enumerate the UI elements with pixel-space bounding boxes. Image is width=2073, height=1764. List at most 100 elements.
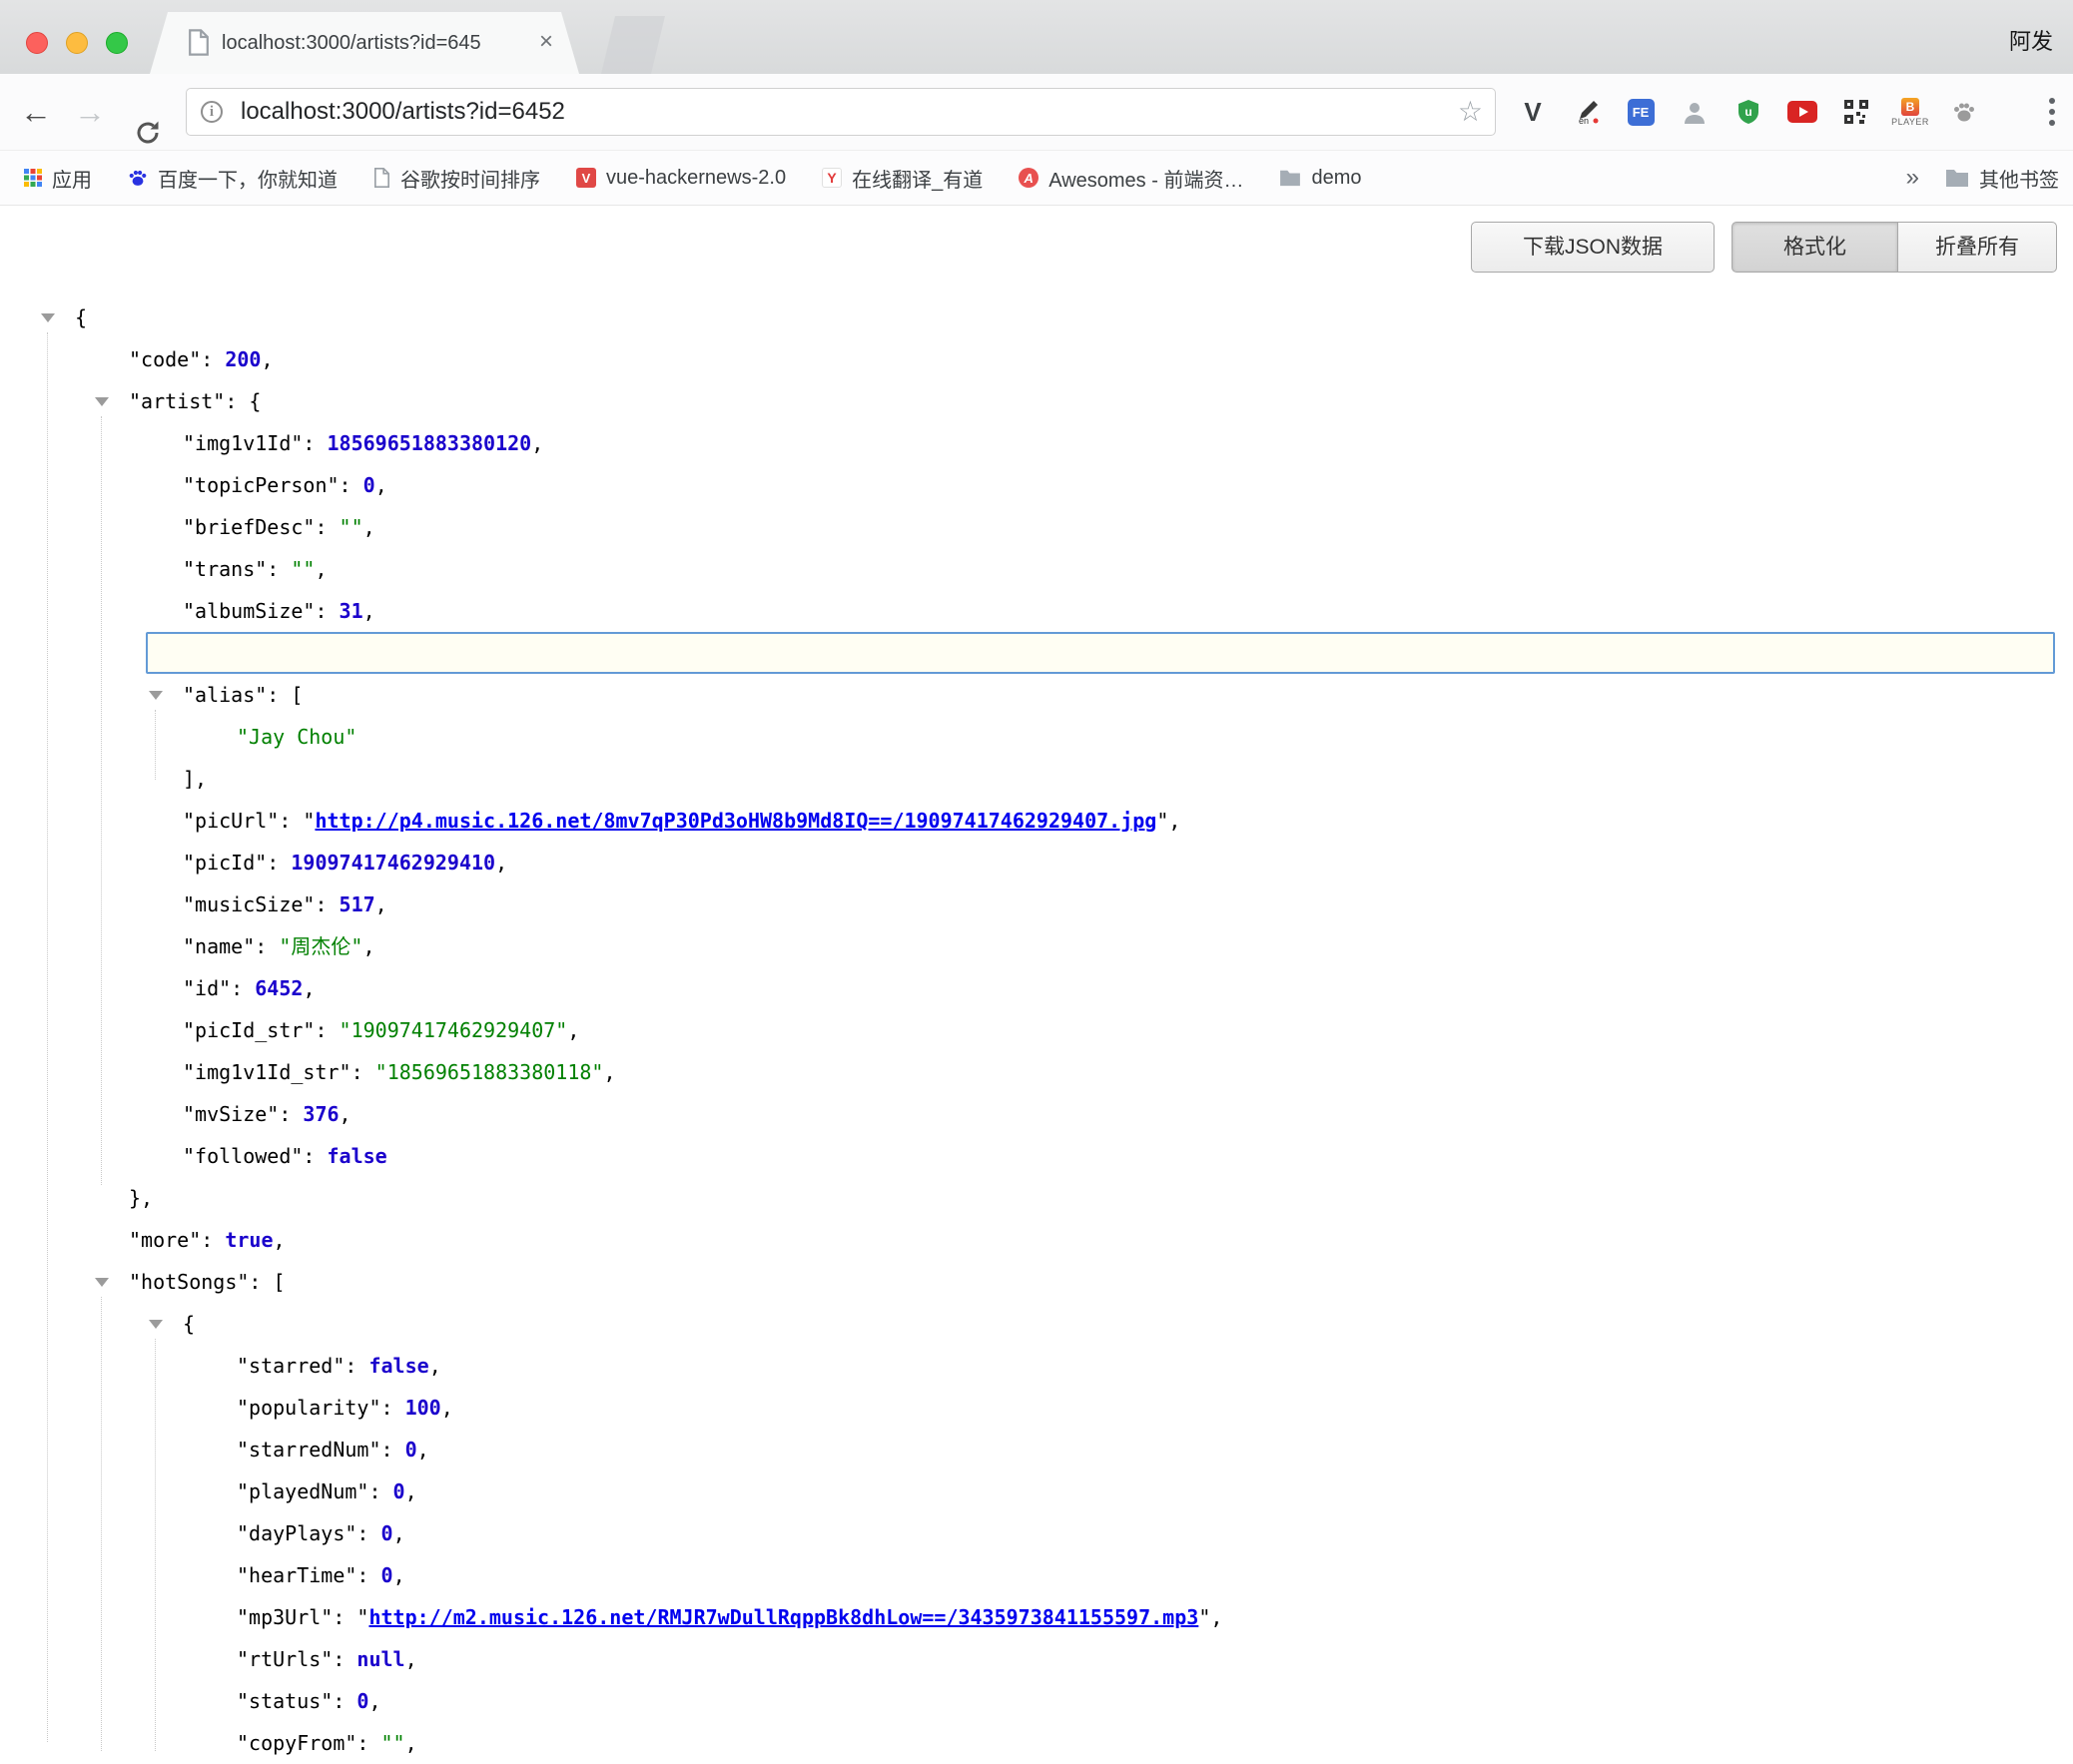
bookmark-item-label: demo [1311, 167, 1361, 190]
bookmarks-right: » 其他书签 [1906, 151, 2059, 205]
json-url-link[interactable]: http://m2.music.126.net/RMJR7wDullRqppBk… [368, 1605, 1198, 1629]
json-line: "code": 200, [0, 338, 2073, 380]
json-token: " [303, 809, 315, 833]
svg-text:u: u [1744, 105, 1751, 119]
json-token: , [274, 1228, 286, 1252]
json-token: null [356, 1647, 404, 1671]
json-line: "playedNum": 0, [0, 1470, 2073, 1512]
bookmark-item[interactable]: Vvue-hackernews-2.0 [576, 167, 786, 190]
youtube-extension-icon[interactable] [1787, 101, 1817, 123]
json-token: : [368, 1479, 392, 1503]
json-key: "img1v1Id_str" [183, 1060, 351, 1084]
bookmark-item[interactable]: demo [1279, 167, 1361, 190]
json-token: : [345, 1354, 368, 1378]
page-icon [373, 168, 390, 188]
json-line: "img1v1Url": "http://p4.music.126.net/Q_… [0, 632, 2073, 674]
json-key: "more" [129, 1228, 201, 1252]
json-token: 0 [405, 1438, 417, 1462]
json-key: "artist" [129, 389, 225, 413]
url-text[interactable]: localhost:3000/artists?id=6452 [241, 89, 565, 135]
json-token: : [351, 1060, 375, 1084]
json-token: : { [225, 389, 261, 413]
format-button[interactable]: 格式化 [1731, 222, 1898, 273]
json-token: 6452 [255, 976, 303, 1000]
json-token: 376 [303, 1102, 339, 1126]
json-token: false [328, 1144, 387, 1168]
json-key: "code" [129, 347, 201, 371]
vimium-extension-icon[interactable]: V [1518, 97, 1548, 128]
minimize-window-button[interactable] [66, 32, 88, 54]
json-token: : [356, 1731, 380, 1755]
json-line: "popularity": 100, [0, 1387, 2073, 1429]
bookmark-item[interactable]: 百度一下，你就知道 [128, 164, 338, 193]
json-key: "hotSongs" [129, 1270, 249, 1294]
bookmarks-bar: 应用 百度一下，你就知道 谷歌按时间排序 Vvue-hackernews-2.0 Y在线… [0, 151, 2073, 206]
json-token: : [333, 1605, 356, 1629]
json-key: "img1v1Id" [183, 431, 303, 455]
json-token: : [201, 347, 225, 371]
json-token: : [315, 599, 339, 623]
bookmark-item[interactable]: Y在线翻译_有道 [822, 164, 983, 193]
json-line: "starred": false, [0, 1345, 2073, 1387]
qrcode-extension-icon[interactable] [1841, 100, 1871, 124]
collapse-triangle-icon[interactable] [149, 691, 163, 700]
json-key: "rtUrls" [237, 1647, 333, 1671]
bookmark-star-icon[interactable]: ☆ [1458, 89, 1483, 135]
json-token: : [303, 431, 327, 455]
browser-menu-icon[interactable] [2049, 74, 2055, 150]
other-bookmarks-folder[interactable]: 其他书签 [1945, 164, 2059, 193]
collapse-triangle-icon[interactable] [41, 313, 55, 322]
json-key: "trans" [183, 557, 267, 581]
collapse-triangle-icon[interactable] [95, 397, 109, 406]
bookmark-item[interactable]: 谷歌按时间排序 [373, 164, 540, 193]
json-token: , [340, 1102, 351, 1126]
shield-extension-icon[interactable]: u [1733, 99, 1763, 125]
zoom-window-button[interactable] [106, 32, 128, 54]
json-token: true [225, 1228, 273, 1252]
bookmark-item[interactable]: 应用 [24, 164, 92, 193]
info-icon[interactable]: i [201, 101, 223, 123]
json-key: "starredNum" [237, 1438, 381, 1462]
address-bar[interactable]: i localhost:3000/artists?id=6452 ☆ [186, 88, 1496, 136]
json-token: " [1156, 809, 1168, 833]
json-line: "id": 6452, [0, 967, 2073, 1009]
close-window-button[interactable] [26, 32, 48, 54]
json-token: , [405, 1647, 417, 1671]
reload-icon[interactable] [128, 98, 168, 126]
json-token: : [356, 1521, 380, 1545]
back-icon[interactable]: ← [16, 74, 56, 150]
json-line: "rtUrls": null, [0, 1638, 2073, 1680]
collapse-triangle-icon[interactable] [149, 1320, 163, 1329]
json-token: 0 [393, 1479, 405, 1503]
json-key: "starred" [237, 1354, 345, 1378]
browser-tab[interactable]: localhost:3000/artists?id=645 × [150, 12, 579, 74]
paw-extension-icon[interactable] [1949, 100, 1979, 124]
bookmark-item-label: Awesomes - 前端资… [1048, 164, 1243, 193]
bookmarks-overflow-icon[interactable]: » [1906, 164, 1919, 192]
person-extension-icon[interactable] [1680, 100, 1710, 124]
player-extension-icon[interactable]: B PLAYER [1895, 98, 1925, 127]
bookmarks-items: 应用 百度一下，你就知道 谷歌按时间排序 Vvue-hackernews-2.0 Y在线… [24, 151, 1361, 205]
bookmark-item[interactable]: AAwesomes - 前端资… [1019, 164, 1243, 193]
dictionary-extension-icon[interactable]: en [1572, 99, 1602, 125]
page-icon [188, 29, 210, 56]
json-line: "hearTime": 0, [0, 1554, 2073, 1596]
json-key: "mp3Url" [237, 1605, 333, 1629]
json-token: , [368, 1689, 380, 1713]
json-line: "Jay Chou" [0, 716, 2073, 758]
bookmark-item-label: 百度一下，你就知道 [158, 164, 338, 193]
json-token: : [333, 1689, 356, 1713]
json-line: "topicPerson": 0, [0, 464, 2073, 506]
tab-close-icon[interactable]: × [539, 12, 553, 74]
new-tab-button[interactable] [601, 16, 665, 74]
json-token: : [381, 1396, 405, 1420]
json-token: : [315, 515, 339, 539]
json-token: , [441, 1396, 453, 1420]
json-key: "followed" [183, 1144, 303, 1168]
download-json-button[interactable]: 下载JSON数据 [1471, 222, 1715, 273]
collapse-triangle-icon[interactable] [95, 1278, 109, 1287]
json-line: "name": "周杰伦", [0, 925, 2073, 967]
json-url-link[interactable]: http://p4.music.126.net/8mv7qP30Pd3oHW8b… [315, 809, 1156, 833]
fe-extension-icon[interactable]: FE [1626, 99, 1656, 126]
collapse-all-button[interactable]: 折叠所有 [1897, 222, 2057, 273]
